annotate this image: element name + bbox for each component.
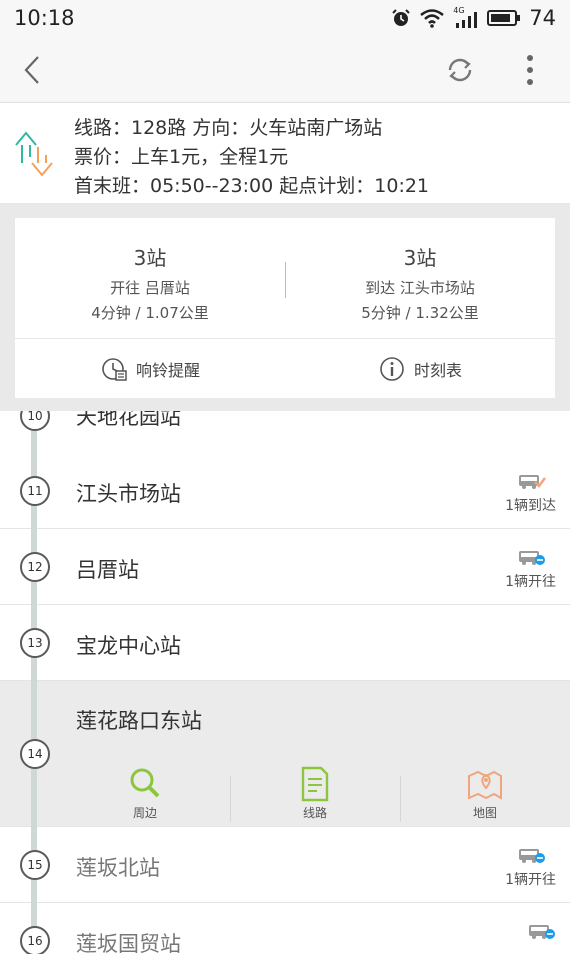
battery-icon	[487, 10, 521, 26]
summary-card: 3站 开往 吕厝站 4分钟 / 1.07公里 3站 到达 江头市场站 5分钟 /…	[15, 218, 555, 398]
route-schedule: 首末班：05:50--23:00 起点计划：10:21	[74, 175, 430, 197]
bus-status: 1辆开往	[505, 549, 556, 591]
stop-row[interactable]: 莲坂北站 1辆开往	[0, 827, 570, 903]
stop-number: 15	[20, 850, 50, 880]
app-bar	[0, 38, 570, 103]
alarm-clock-icon	[102, 357, 127, 381]
stop-number: 13	[20, 628, 50, 658]
battery-level: 74	[529, 6, 556, 30]
bus-status-text: 1辆开往	[505, 574, 556, 590]
stop-list[interactable]: 天地花园站 江头市场站 1辆到达 吕厝站 1辆开往 宝龙中心站 莲花路口东站 周…	[0, 411, 570, 954]
stop-row-selected[interactable]: 莲花路口东站 周边 线路 地图	[0, 681, 570, 827]
alarm-button[interactable]: 响铃提醒	[15, 339, 285, 398]
signal-icon: 4G	[453, 6, 479, 28]
right-detail: 5分钟 / 1.32公里	[361, 304, 479, 322]
refresh-icon[interactable]	[444, 54, 476, 86]
bus-status-text: 1辆到达	[505, 498, 556, 514]
alarm-label: 响铃提醒	[135, 360, 200, 380]
left-label: 开往 吕厝站	[110, 279, 190, 297]
more-icon[interactable]	[520, 52, 540, 88]
document-icon	[301, 766, 329, 802]
alarm-icon	[392, 9, 410, 26]
right-label: 到达 江头市场站	[365, 279, 475, 297]
route-label: 线路	[302, 806, 327, 820]
stop-row[interactable]: 江头市场站 1辆到达	[0, 453, 570, 529]
status-icons: 4G 74	[391, 6, 556, 30]
map-label: 地图	[472, 806, 497, 820]
bus-status	[526, 923, 556, 945]
left-stop-count: 3站	[133, 246, 167, 270]
summary-left: 3站 开往 吕厝站 4分钟 / 1.07公里	[15, 218, 285, 323]
bus-coming-icon	[529, 925, 555, 939]
status-time: 10:18	[14, 6, 75, 30]
stop-row[interactable]: 吕厝站 1辆开往	[0, 529, 570, 605]
stop-row[interactable]: 宝龙中心站	[0, 605, 570, 681]
bus-status: 1辆到达	[505, 473, 556, 515]
nearby-label: 周边	[132, 806, 157, 820]
route-fare: 票价：上车1元，全程1元	[74, 146, 289, 168]
schedule-button[interactable]: 时刻表	[285, 339, 555, 398]
nearby-button[interactable]: 周边	[60, 766, 230, 821]
bus-status-text: 1辆开往	[505, 872, 556, 888]
right-stop-count: 3站	[403, 246, 437, 270]
stop-name: 吕厝站	[76, 558, 139, 582]
stop-name: 天地花园站	[76, 411, 181, 429]
info-icon	[380, 356, 404, 381]
search-icon	[130, 768, 160, 798]
wifi-icon	[420, 9, 445, 28]
back-arrow-icon[interactable]	[18, 54, 46, 86]
stop-name: 宝龙中心站	[76, 634, 181, 658]
summary-right: 3站 到达 江头市场站 5分钟 / 1.32公里	[285, 218, 555, 323]
stop-name: 江头市场站	[76, 482, 181, 506]
bus-status: 1辆开往	[505, 847, 556, 889]
route-line-direction: 线路：128路 方向：火车站南广场站	[74, 117, 383, 139]
stop-name: 莲坂国贸站	[76, 932, 181, 954]
direction-switch-icon[interactable]	[12, 129, 54, 179]
route-button[interactable]: 线路	[230, 766, 400, 821]
bus-coming-icon	[518, 551, 545, 565]
bus-arrived-icon	[518, 475, 546, 489]
left-detail: 4分钟 / 1.07公里	[91, 304, 209, 322]
stop-row[interactable]: 天地花园站	[0, 411, 570, 454]
stop-number: 16	[20, 926, 50, 954]
stop-number: 11	[20, 476, 50, 506]
stop-number: 14	[20, 739, 50, 769]
map-button[interactable]: 地图	[400, 766, 570, 821]
route-info: 线路：128路 方向：火车站南广场站 票价：上车1元，全程1元 首末班：05:5…	[0, 103, 570, 203]
schedule-label: 时刻表	[413, 360, 462, 380]
stop-name: 莲花路口东站	[76, 709, 202, 733]
stop-row[interactable]: 莲坂国贸站	[0, 903, 570, 954]
stop-name: 莲坂北站	[76, 856, 160, 880]
bus-coming-icon	[518, 849, 545, 863]
map-icon	[468, 770, 502, 800]
stop-number: 12	[20, 552, 50, 582]
